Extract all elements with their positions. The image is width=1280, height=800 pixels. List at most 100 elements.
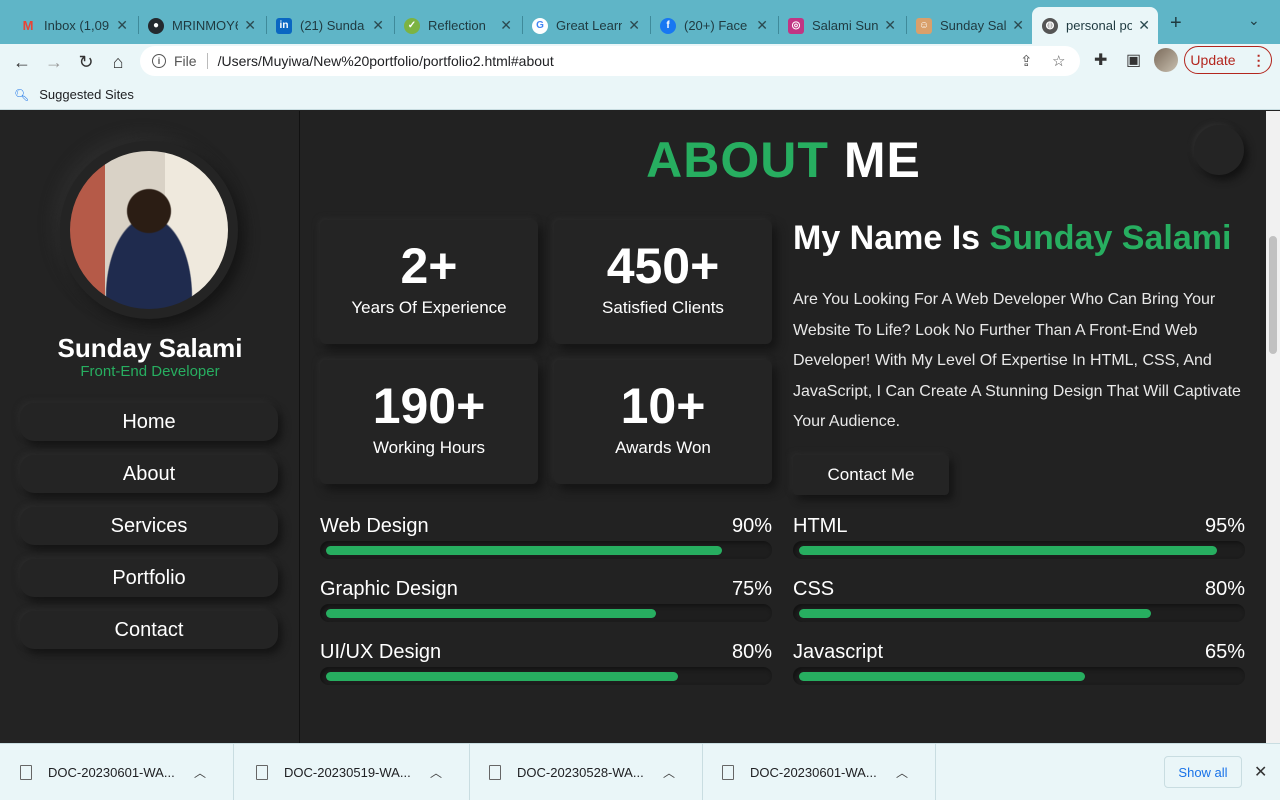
home-icon[interactable]: ⌂	[106, 50, 130, 74]
download-item[interactable]: DOC-20230601-WA... ︿	[0, 744, 234, 800]
skill-name: Graphic Design	[320, 578, 458, 600]
stat-number: 450+	[606, 238, 720, 294]
close-icon[interactable]: ✕	[372, 17, 384, 34]
close-icon[interactable]: ✕	[244, 17, 256, 34]
back-icon[interactable]: ←	[10, 50, 34, 74]
address-bar[interactable]: i File /Users/Muyiwa/New%20portfolio/por…	[140, 46, 1080, 76]
nav-home[interactable]: Home	[20, 403, 278, 441]
stat-label: Awards Won	[615, 438, 711, 457]
tab-label: MRINMOY6	[172, 18, 238, 33]
skill-name: CSS	[793, 578, 835, 600]
show-all-button[interactable]: Show all	[1164, 756, 1242, 788]
profile-role: Front-End Developer	[80, 363, 220, 380]
tab-instagram[interactable]: ◎ Salami Sun ✕	[778, 7, 904, 44]
download-filename: DOC-20230601-WA...	[48, 765, 175, 780]
profile-name: Sunday Salami	[57, 333, 243, 363]
google-icon: G	[532, 17, 548, 34]
close-icon[interactable]: ✕	[1138, 17, 1150, 34]
nav-services[interactable]: Services	[20, 507, 278, 545]
globe-icon: ◍	[1042, 17, 1058, 34]
tab-label: Salami Sun	[812, 18, 878, 33]
download-filename: DOC-20230601-WA...	[750, 765, 877, 780]
close-icon[interactable]: ✕	[884, 17, 896, 34]
tab-reflection[interactable]: ✓ Reflection ✕	[394, 7, 520, 44]
close-icon[interactable]: ✕	[756, 17, 768, 34]
about-section: ABOUT ME 2+ Years Of Experience 450+ Sat…	[301, 111, 1266, 743]
tab-linkedin[interactable]: in (21) Sunda ✕	[266, 7, 392, 44]
stat-label: Satisfied Clients	[602, 298, 724, 317]
skill-bar: UI/UX Design 80%	[320, 641, 772, 701]
close-icon[interactable]: ✕	[500, 17, 512, 34]
close-icon[interactable]: ✕	[628, 17, 640, 34]
tab-gmail[interactable]: M Inbox (1,09 ✕	[10, 7, 136, 44]
skill-bar: Javascript 65%	[793, 641, 1245, 701]
tab-great-learning[interactable]: G Great Learn ✕	[522, 7, 648, 44]
stat-number: 190+	[372, 378, 486, 434]
tab-sunday-salami[interactable]: ☺ Sunday Sal ✕	[906, 7, 1032, 44]
star-icon[interactable]: ☆	[1052, 52, 1065, 70]
contact-me-button[interactable]: Contact Me	[793, 455, 949, 495]
skill-track	[793, 667, 1245, 685]
side-panel-icon[interactable]: ▣	[1126, 50, 1141, 70]
chevron-up-icon[interactable]: ︿	[430, 764, 442, 781]
scrollbar-thumb[interactable]	[1269, 236, 1277, 354]
skill-percent: 75%	[731, 578, 772, 600]
close-icon[interactable]: ✕	[116, 17, 128, 34]
title-accent: ABOUT	[646, 132, 829, 188]
close-icon[interactable]: ✕	[1254, 762, 1267, 782]
menu-icon[interactable]: ⋮	[1252, 52, 1266, 69]
skill-percent: 90%	[731, 515, 772, 537]
reload-icon[interactable]: ↻	[74, 50, 98, 74]
bio-text: Are You Looking For A Web Developer Who …	[793, 291, 1241, 430]
chevron-up-icon[interactable]: ︿	[663, 764, 675, 781]
skill-bar: Graphic Design 75%	[320, 578, 772, 638]
skill-percent: 95%	[1204, 515, 1245, 537]
instagram-icon: ◎	[788, 17, 804, 34]
close-icon[interactable]: ✕	[1012, 17, 1024, 34]
heading-name: Sunday Salami	[989, 219, 1232, 257]
extensions-icon[interactable]: ✚	[1094, 50, 1107, 70]
download-item[interactable]: DOC-20230519-WA... ︿	[236, 744, 470, 800]
skill-name: UI/UX Design	[320, 641, 442, 663]
tab-personal-portfolio[interactable]: ◍ personal po ✕	[1032, 7, 1158, 44]
download-item[interactable]: DOC-20230528-WA... ︿	[469, 744, 703, 800]
new-tab-button[interactable]: +	[1170, 12, 1182, 35]
stat-label: Years Of Experience	[351, 298, 507, 317]
share-icon[interactable]: ⇪	[1020, 52, 1033, 70]
update-button[interactable]: Update ⋮	[1184, 46, 1272, 74]
title-rest: ME	[843, 132, 921, 188]
page-scrollbar[interactable]	[1266, 111, 1280, 743]
profile-avatar-icon[interactable]	[1154, 48, 1178, 72]
nav-about[interactable]: About	[20, 455, 278, 493]
tab-facebook[interactable]: f (20+) Face ✕	[650, 7, 776, 44]
skill-name: HTML	[793, 515, 848, 537]
tab-label: personal po	[1066, 18, 1132, 33]
skill-percent: 80%	[731, 641, 772, 663]
skill-name: Javascript	[793, 641, 884, 663]
search-icon: 🔍︎	[14, 87, 30, 102]
nav-portfolio[interactable]: Portfolio	[20, 559, 278, 597]
file-icon	[489, 765, 501, 780]
skill-fill	[799, 546, 1217, 555]
forward-icon[interactable]: →	[42, 50, 66, 74]
avatar	[70, 151, 228, 309]
theme-toggle-button[interactable]	[1194, 125, 1244, 175]
skill-fill	[326, 609, 656, 618]
skill-fill	[326, 546, 722, 555]
chevron-up-icon[interactable]: ︿	[896, 764, 908, 781]
tab-strip: M Inbox (1,09 ✕ ● MRINMOY6 ✕ in (21) Sun…	[0, 0, 1280, 44]
tab-search-icon[interactable]: ⌄	[1248, 12, 1260, 29]
stat-card: 2+ Years Of Experience	[320, 220, 538, 344]
chevron-up-icon[interactable]: ︿	[194, 764, 206, 781]
address-url[interactable]: /Users/Muyiwa/New%20portfolio/portfolio2…	[218, 53, 554, 69]
update-label: Update	[1190, 52, 1236, 68]
skill-fill	[799, 609, 1151, 618]
file-icon	[20, 765, 32, 780]
stat-number: 10+	[620, 378, 706, 434]
skill-percent: 80%	[1204, 578, 1245, 600]
tab-github[interactable]: ● MRINMOY6 ✕	[138, 7, 264, 44]
download-item[interactable]: DOC-20230601-WA... ︿	[702, 744, 936, 800]
bookmark-suggested-sites[interactable]: Suggested Sites	[39, 87, 134, 102]
info-icon[interactable]: i	[152, 54, 166, 68]
nav-contact[interactable]: Contact	[20, 611, 278, 649]
